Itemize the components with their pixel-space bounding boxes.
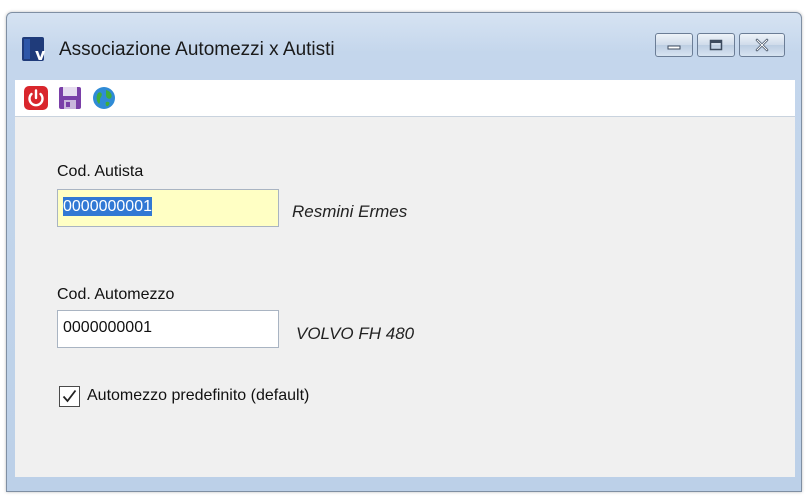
autista-code-value: 0000000001 — [63, 197, 152, 216]
automezzo-code-input[interactable]: 0000000001 — [57, 310, 279, 348]
automezzo-label: Cod. Automezzo — [57, 286, 175, 303]
maximize-button[interactable] — [697, 33, 735, 57]
checkmark-icon — [62, 389, 77, 403]
maximize-icon — [709, 39, 723, 51]
autista-code-input[interactable]: 0000000001 — [57, 189, 279, 227]
v-logo-icon: v — [22, 37, 46, 63]
default-checkbox-label[interactable]: Automezzo predefinito (default) — [87, 387, 309, 405]
save-icon[interactable] — [57, 85, 83, 111]
dialog-window: v Associazione Automezzi x Autisti Cod. … — [6, 12, 802, 492]
close-icon — [755, 38, 769, 52]
automezzo-code-value: 0000000001 — [63, 319, 152, 336]
desktop: v Associazione Automezzi x Autisti Cod. … — [0, 0, 808, 497]
close-button[interactable] — [739, 33, 785, 57]
form-panel: Cod. Autista 0000000001 Resmini Ermes Co… — [15, 117, 795, 477]
automezzo-description: VOLVO FH 480 — [296, 324, 415, 343]
svg-text:v: v — [35, 45, 46, 63]
globe-icon[interactable] — [91, 85, 117, 111]
window-title: Associazione Automezzi x Autisti — [59, 39, 335, 60]
minimize-button[interactable] — [655, 33, 693, 57]
autista-label: Cod. Autista — [57, 163, 144, 180]
title-bar[interactable]: v Associazione Automezzi x Autisti — [7, 13, 801, 71]
caption-buttons — [651, 33, 785, 59]
autista-description: Resmini Ermes — [292, 202, 408, 221]
minimize-icon — [667, 45, 681, 50]
default-checkbox[interactable] — [59, 386, 80, 407]
toolbar — [15, 80, 795, 117]
power-icon[interactable] — [23, 85, 49, 111]
